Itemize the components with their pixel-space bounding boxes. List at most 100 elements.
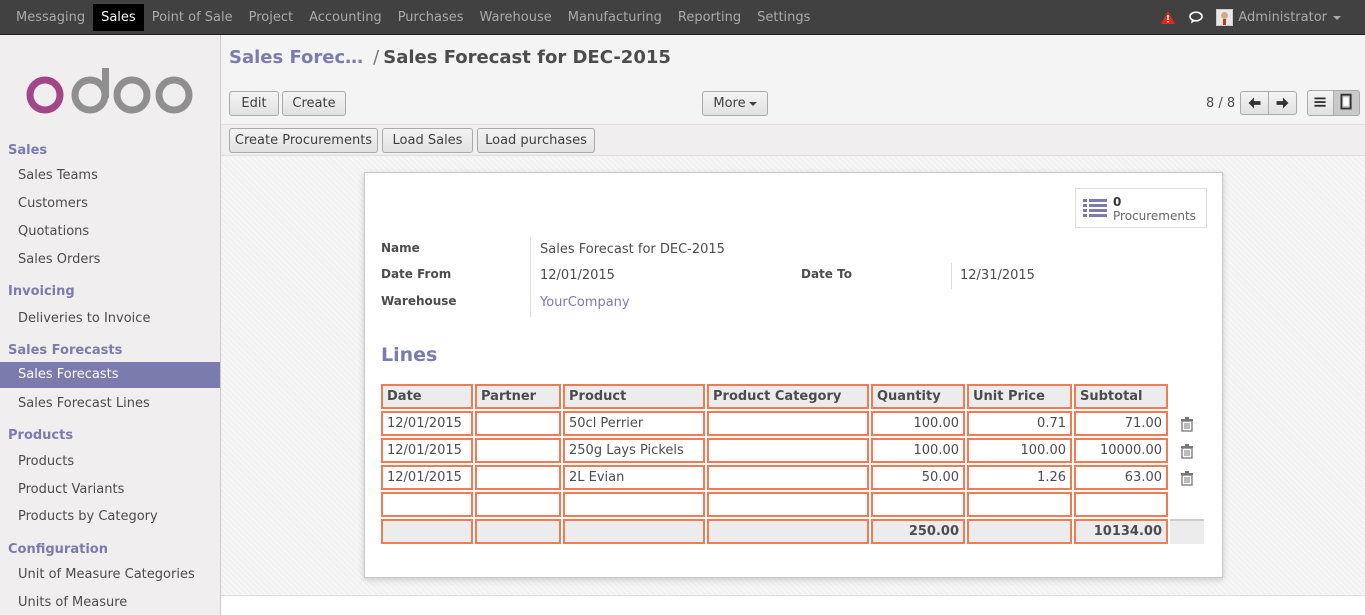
edit-button[interactable]: Edit: [229, 91, 279, 116]
delete-row-icon[interactable]: [1179, 470, 1195, 486]
sidebar-item-sales-forecast-lines[interactable]: Sales Forecast Lines: [0, 391, 220, 417]
row-delete-cell[interactable]: [1170, 465, 1204, 490]
column-header-unit-price[interactable]: Unit Price: [967, 384, 1072, 409]
cell-partner[interactable]: [475, 438, 561, 463]
sidebar-item-units-of-measure[interactable]: Units of Measure: [0, 590, 220, 615]
list-view-button[interactable]: [1307, 90, 1334, 116]
menu-reporting[interactable]: Reporting: [670, 0, 749, 35]
table-row[interactable]: 12/01/2015 250g Lays Pickels 100.00 100.…: [381, 438, 1204, 463]
row-delete-cell[interactable]: [1170, 438, 1204, 463]
column-header-subtotal[interactable]: Subtotal: [1074, 384, 1168, 409]
add-line-row[interactable]: [381, 492, 1204, 517]
empty-cell[interactable]: [381, 492, 473, 517]
sidebar-item-products[interactable]: Products: [0, 449, 220, 475]
date-to-label: Date To: [801, 267, 852, 281]
column-header-partner[interactable]: Partner: [475, 384, 561, 409]
sidebar-item-sales-forecasts[interactable]: Sales Forecasts: [0, 362, 220, 388]
column-header-quantity[interactable]: Quantity: [871, 384, 965, 409]
totals-row: 250.00 10134.00: [381, 519, 1204, 544]
empty-action-cell: [1170, 492, 1204, 517]
name-field: Sales Forecast for DEC-2015: [540, 242, 725, 257]
empty-cell[interactable]: [1074, 492, 1168, 517]
sidebar-item-sales-teams[interactable]: Sales Teams: [0, 163, 220, 189]
empty-cell[interactable]: [871, 492, 965, 517]
column-header-date[interactable]: Date: [381, 384, 473, 409]
menu-purchases[interactable]: Purchases: [390, 0, 472, 35]
procurements-stat-button[interactable]: 0 Procurements: [1075, 188, 1207, 228]
cell-unit-price[interactable]: 1.26: [967, 465, 1072, 490]
total-cell: [563, 519, 705, 544]
total-cell: [967, 519, 1072, 544]
menu-manufacturing[interactable]: Manufacturing: [560, 0, 670, 35]
create-button[interactable]: Create: [282, 91, 346, 116]
more-dropdown[interactable]: More: [702, 91, 768, 116]
form-view-button[interactable]: [1333, 90, 1360, 116]
table-row[interactable]: 12/01/2015 50cl Perrier 100.00 0.71 71.0…: [381, 411, 1204, 436]
load-sales-button[interactable]: Load Sales: [382, 128, 473, 153]
menu-messaging[interactable]: Messaging: [8, 0, 93, 35]
menu-point-of-sale[interactable]: Point of Sale: [144, 0, 241, 35]
cell-date[interactable]: 12/01/2015: [381, 411, 473, 436]
empty-cell[interactable]: [563, 492, 705, 517]
delete-row-icon[interactable]: [1179, 416, 1195, 432]
sidebar-item-sales-orders[interactable]: Sales Orders: [0, 247, 220, 273]
empty-cell[interactable]: [967, 492, 1072, 517]
menu-warehouse[interactable]: Warehouse: [472, 0, 560, 35]
cell-date[interactable]: 12/01/2015: [381, 438, 473, 463]
table-row[interactable]: 12/01/2015 2L Evian 50.00 1.26 63.00: [381, 465, 1204, 490]
menu-sales[interactable]: Sales: [93, 4, 144, 31]
list-view-icon: [1314, 97, 1326, 107]
column-header-product[interactable]: Product: [563, 384, 705, 409]
warehouse-link[interactable]: YourCompany: [540, 295, 630, 310]
cell-partner[interactable]: [475, 465, 561, 490]
chevron-down-icon[interactable]: [1333, 15, 1341, 20]
menu-settings[interactable]: Settings: [749, 0, 818, 35]
date-from-label: Date From: [381, 267, 452, 281]
sidebar-section-sales-forecasts: Sales Forecasts: [8, 343, 123, 358]
cell-product[interactable]: 2L Evian: [563, 465, 705, 490]
cell-category[interactable]: [707, 411, 869, 436]
cell-subtotal[interactable]: 71.00: [1074, 411, 1168, 436]
top-menu: Messaging Sales Point of Sale Project Ac…: [8, 0, 818, 35]
cell-unit-price[interactable]: 0.71: [967, 411, 1072, 436]
avatar[interactable]: [1216, 9, 1234, 26]
menu-accounting[interactable]: Accounting: [301, 0, 390, 35]
empty-cell[interactable]: [475, 492, 561, 517]
breadcrumb-parent-link[interactable]: Sales Forec…: [229, 47, 363, 68]
sidebar-item-quotations[interactable]: Quotations: [0, 219, 220, 245]
empty-cell[interactable]: [707, 492, 869, 517]
cell-date[interactable]: 12/01/2015: [381, 465, 473, 490]
next-button[interactable]: [1268, 91, 1297, 115]
breadcrumb-current: Sales Forecast for DEC-2015: [383, 47, 671, 68]
cell-unit-price[interactable]: 100.00: [967, 438, 1072, 463]
load-purchases-button[interactable]: Load purchases: [477, 128, 595, 153]
cell-product[interactable]: 50cl Perrier: [563, 411, 705, 436]
pager-value[interactable]: 8 / 8: [1206, 96, 1235, 111]
delete-row-icon[interactable]: [1179, 443, 1195, 459]
row-delete-cell[interactable]: [1170, 411, 1204, 436]
cell-product[interactable]: 250g Lays Pickels: [563, 438, 705, 463]
cell-quantity[interactable]: 100.00: [871, 438, 965, 463]
cell-subtotal[interactable]: 10000.00: [1074, 438, 1168, 463]
cell-category[interactable]: [707, 465, 869, 490]
procurements-count: 0: [1113, 195, 1122, 209]
previous-button[interactable]: [1240, 91, 1269, 115]
user-name[interactable]: Administrator: [1238, 10, 1327, 25]
sidebar-item-products-by-category[interactable]: Products by Category: [0, 504, 220, 530]
sidebar-item-product-variants[interactable]: Product Variants: [0, 477, 220, 503]
chat-icon[interactable]: [1189, 11, 1204, 24]
cell-quantity[interactable]: 100.00: [871, 411, 965, 436]
cell-subtotal[interactable]: 63.00: [1074, 465, 1168, 490]
sidebar-item-customers[interactable]: Customers: [0, 191, 220, 217]
column-header-product-category[interactable]: Product Category: [707, 384, 869, 409]
cell-partner[interactable]: [475, 411, 561, 436]
create-procurements-button[interactable]: Create Procurements: [229, 128, 378, 153]
sidebar-section-products: Products: [8, 428, 74, 443]
sidebar-item-uom-categories[interactable]: Unit of Measure Categories: [0, 562, 220, 588]
cell-category[interactable]: [707, 438, 869, 463]
cell-quantity[interactable]: 50.00: [871, 465, 965, 490]
odoo-logo[interactable]: [26, 68, 194, 114]
alert-icon[interactable]: [1161, 11, 1176, 24]
menu-project[interactable]: Project: [241, 0, 301, 35]
sidebar-item-deliveries-to-invoice[interactable]: Deliveries to Invoice: [0, 306, 220, 332]
